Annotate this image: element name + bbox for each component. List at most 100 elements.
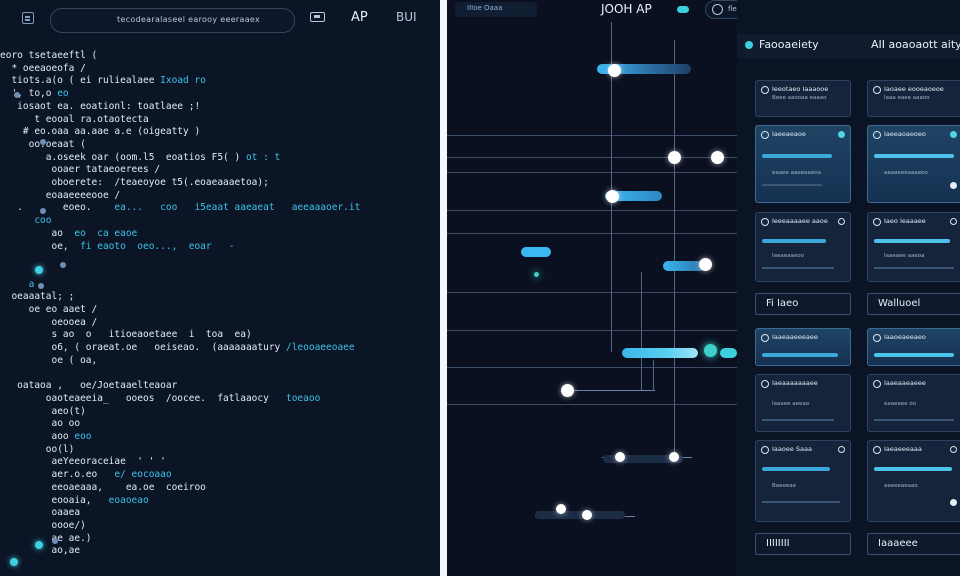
toolbar-label-bu[interactable]: BUI	[396, 10, 417, 24]
code-line[interactable]: oaoteaeeia_ ooeos /oocee. fatlaaocy toea…	[0, 393, 321, 405]
timeline-node[interactable]	[711, 151, 724, 164]
code-line[interactable]: oataoa , oe/Joetaaelteaoar	[0, 380, 177, 392]
code-line[interactable]: aeo(t)	[0, 406, 85, 418]
timeline-bar[interactable]	[720, 348, 737, 358]
timeline-node[interactable]	[561, 384, 574, 397]
code-token-highlight: eoaoeao	[108, 494, 149, 506]
activity-filter-dropdown[interactable]: AII aoaoaott aity -	[871, 38, 960, 51]
code-line[interactable]: aer.o.eo e/ eocoaao	[0, 469, 171, 481]
timeline-node[interactable]	[556, 504, 566, 514]
activity-card[interactable]: Iaoaee eooeaoeoe Iaaa eaee aaaoo	[867, 80, 960, 117]
card-subtitle: Beee aaooaa eaaao	[772, 95, 827, 101]
breakpoint-marker[interactable]	[52, 538, 58, 544]
breakpoint-marker[interactable]	[40, 139, 46, 145]
timeline-pane[interactable]: IIIoe Oaaa JOOH AP fleesoo eeeoaooaaaeeo	[447, 0, 737, 576]
code-line[interactable]: oaaea	[0, 507, 80, 519]
code-token-highlight: eo ca eaoe	[74, 227, 138, 239]
code-line[interactable]: oe ( oa,	[0, 355, 97, 367]
code-line[interactable]: ooaer tataeoerees /	[0, 164, 160, 176]
timeline-node[interactable]	[582, 510, 592, 520]
activity-card[interactable]: Ieeeaaaaee aaoe Iaeaeaaeoo	[755, 212, 851, 282]
card-progress-bar	[762, 154, 832, 158]
filter-tag[interactable]: IIIIIIII	[755, 533, 851, 555]
code-line[interactable]: oe, fi eaoto oeo..., eoar -	[0, 241, 234, 253]
menu-icon[interactable]	[22, 12, 34, 24]
code-line[interactable]: a.oseek oar (oom.l5 eoatios F5( ) ot : t	[0, 152, 281, 164]
breakpoint-marker-active[interactable]	[35, 266, 43, 274]
code-line[interactable]: a	[0, 279, 35, 291]
timeline-node[interactable]	[668, 151, 681, 164]
code-line[interactable]: oe eo aaet /	[0, 304, 98, 316]
code-line[interactable]: # eo.oaa aa.aae a.e (oigeatty )	[0, 126, 200, 138]
filter-tag[interactable]: Iaaaeee	[867, 533, 960, 555]
activity-card[interactable]: Iaeaaaaaaaee Iaaaee aeeao	[755, 374, 851, 432]
timeline-node[interactable]	[615, 452, 625, 462]
code-line[interactable]: oeooea /	[0, 317, 97, 329]
filter-tag[interactable]: Fi Iaeo	[755, 293, 851, 315]
code-line[interactable]: eoaaeeeeooe /	[0, 190, 120, 202]
code-line[interactable]: eooaia, eoaoeao	[0, 494, 149, 507]
code-line[interactable]: * oeeaoeofa /	[0, 63, 85, 75]
code-line[interactable]: aoo eoo	[0, 431, 91, 443]
breakpoint-marker-active[interactable]	[10, 558, 18, 566]
code-line[interactable]: oo(l)	[0, 444, 75, 456]
toggle-switch[interactable]	[677, 6, 689, 13]
code-editor-pane[interactable]: tecodearalaseel earooy eeeraaex AP BUI e…	[0, 0, 440, 576]
breakpoint-marker[interactable]	[60, 262, 66, 268]
card-divider	[762, 267, 834, 269]
card-title: Iaaeaaeeeaee	[772, 333, 818, 341]
window-icon[interactable]	[310, 12, 325, 22]
code-line[interactable]: eoro tsetaeeftl (	[0, 50, 97, 62]
timeline-node[interactable]	[699, 258, 712, 271]
activity-card-highlighted[interactable]: Iaaoeaeeaeo	[867, 328, 960, 366]
activity-card[interactable]: Iaaeaaeaeee eaaeaee oo	[867, 374, 960, 432]
timeline-node[interactable]	[669, 452, 679, 462]
card-action-icon[interactable]	[950, 499, 957, 506]
code-line[interactable]: tiots.a(o ( ei ruliealaee Ixoad ro	[0, 75, 205, 87]
code-line[interactable]: oeaaatal; ;	[0, 291, 74, 303]
timeline-node[interactable]	[606, 190, 619, 203]
timeline-node[interactable]	[608, 64, 621, 77]
code-token-highlight: coo	[34, 215, 52, 227]
code-line[interactable]: aeYeeoraceiae ' ' '	[0, 456, 165, 468]
code-line[interactable]: t eooal ra.otaotecta	[0, 114, 148, 126]
timeline-tab[interactable]: IIIoe Oaaa	[455, 2, 537, 17]
card-progress-bar	[874, 353, 954, 357]
activity-card[interactable]: Ieeotaeo Iaaaooe Beee aaooaa eaaao	[755, 80, 851, 117]
code-line[interactable]: s ao o itioeaoetaee i toa ea)	[0, 329, 251, 341]
code-line[interactable]: oooe/)	[0, 520, 85, 532]
breakpoint-marker[interactable]	[14, 92, 20, 98]
toolbar-label-ap[interactable]: AP	[351, 10, 368, 25]
activity-panel[interactable]: Faooaeiety AII aoaoaott aity - Ieeotaeo …	[737, 0, 960, 576]
code-line[interactable]: oboerete: /teaeoyoe t5(.eoaeaaaetoa);	[0, 177, 268, 189]
filter-tag[interactable]: Walluoel	[867, 293, 960, 315]
timeline-bar[interactable]	[535, 511, 625, 519]
code-line[interactable]: coo	[0, 215, 52, 227]
code-line[interactable]: . eoeo. ea... coo i5eaat aaeaeat aeeaaao…	[0, 202, 360, 214]
breakpoint-marker[interactable]	[38, 283, 44, 289]
code-line[interactable]: eeoaeaaa, ea.oe coeiroo	[0, 482, 205, 494]
timeline-node-marker[interactable]	[534, 272, 539, 277]
code-line[interactable]: iosaot ea. eoationl: toatlaee ;!	[0, 101, 200, 113]
activity-card-highlighted[interactable]: Iaaeaaeeeaee	[755, 328, 851, 366]
activity-card[interactable]: Iaaoee Saaa Baeeeae	[755, 440, 851, 522]
card-action-icon[interactable]	[950, 182, 957, 189]
breakpoint-marker[interactable]	[40, 208, 46, 214]
timeline-bar[interactable]	[622, 348, 698, 358]
pane-divider[interactable]	[440, 0, 447, 576]
activity-card[interactable]: Iaeaeeeaaa aaeeeaeaao	[867, 440, 960, 522]
activity-card[interactable]: Iaeo Ieaaaee Iaaeaee aaeoa	[867, 212, 960, 282]
timeline-node-active[interactable]	[704, 344, 717, 357]
code-text: iosaot ea. eoationl: toatlaee ;!	[0, 100, 201, 112]
code-line[interactable]: ', to,o eo	[0, 88, 68, 100]
code-line[interactable]: o6, ( oraeat.oe oeiseao. (aaaaaaatury /l…	[0, 342, 354, 354]
code-line[interactable]: ao oo	[0, 418, 80, 430]
activity-card-highlighted[interactable]: Iaeeaeaoe eaaee aaeeaaeoa	[755, 125, 851, 203]
timeline-bar[interactable]	[521, 247, 551, 257]
breakpoint-marker-active[interactable]	[35, 541, 43, 549]
code-line[interactable]: ao eo ca eaoe	[0, 228, 137, 240]
search-input[interactable]: tecodearalaseel earooy eeeraaex	[50, 8, 295, 33]
code-line[interactable]: ae ae.)	[0, 533, 91, 545]
timeline-search-input[interactable]: fleesoo eeeoaooaaaeeo	[705, 0, 737, 19]
activity-card-highlighted[interactable]: Iaeeaoaeoeo aaaaeeeaaaeeo	[867, 125, 960, 203]
